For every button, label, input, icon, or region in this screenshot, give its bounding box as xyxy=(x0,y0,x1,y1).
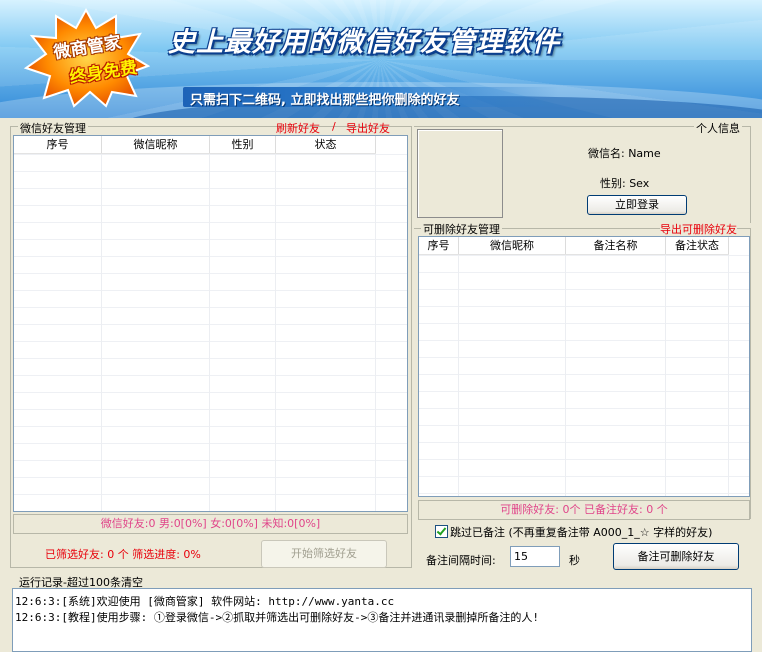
profile-title: 个人信息 xyxy=(694,120,742,136)
deletable-stats: 可删除好友: 0个 已备注好友: 0 个 xyxy=(418,500,750,520)
interval-label: 备注间隔时间: xyxy=(426,554,496,567)
export-deletable-link[interactable]: 导出可删除好友 xyxy=(660,221,737,237)
log-area[interactable]: 12:6:3:[系统]欢迎使用 [微商管家] 软件网站: http://www.… xyxy=(12,588,752,652)
avatar xyxy=(417,129,503,218)
skip-remarked-label[interactable]: 跳过已备注 (不再重复备注带 A000_1_☆ 字样的好友) xyxy=(450,524,712,540)
log-line: 12:6:3:[系统]欢迎使用 [微商管家] 软件网站: http://www.… xyxy=(15,595,395,608)
grid-line xyxy=(665,255,666,496)
column-header[interactable]: 备注状态 xyxy=(666,237,729,254)
column-header[interactable]: 备注名称 xyxy=(566,237,666,254)
log-line: 12:6:3:[教程]使用步骤: ①登录微信->②抓取并筛选出可删除好友->③备… xyxy=(15,611,539,624)
login-button[interactable]: 立即登录 xyxy=(587,195,687,215)
column-header[interactable]: 序号 xyxy=(14,136,102,153)
banner-slogan: 史上最好用的微信好友管理软件 xyxy=(168,27,560,58)
link-separator: / xyxy=(332,120,336,133)
banner: 微商管家 终身免费 史上最好用的微信好友管理软件 只需扫下二维码, 立即找出那些… xyxy=(0,0,762,118)
grid-line xyxy=(728,255,729,496)
remark-deletable-button[interactable]: 备注可删除好友 xyxy=(613,543,739,570)
friends-panel-title: 微信好友管理 xyxy=(18,120,88,136)
column-header[interactable]: 状态 xyxy=(276,136,376,153)
column-header[interactable]: 微信昵称 xyxy=(102,136,210,153)
export-friends-link[interactable]: 导出好友 xyxy=(346,120,390,136)
banner-subline: 只需扫下二维码, 立即找出那些把你删除的好友 xyxy=(190,93,460,108)
column-header[interactable]: 微信昵称 xyxy=(459,237,566,254)
column-header[interactable]: 性别 xyxy=(210,136,276,153)
wechat-name: 微信名: Name xyxy=(588,147,661,160)
grid-line xyxy=(565,255,566,496)
friends-list-header: 序号 微信昵称 性别 状态 xyxy=(14,136,376,154)
start-filter-button[interactable]: 开始筛选好友 xyxy=(261,540,387,568)
grid-line xyxy=(101,154,102,511)
grid-line xyxy=(458,255,459,496)
filtered-progress-label: 已筛选好友: 0 个 筛选进度: 0% xyxy=(45,548,201,561)
gender: 性别: Sex xyxy=(600,177,650,190)
interval-unit: 秒 xyxy=(569,554,580,567)
deletable-list-header: 序号 微信昵称 备注名称 备注状态 xyxy=(419,237,729,255)
friends-stats: 微信好友:0 男:0[0%] 女:0[0%] 未知:0[0%] xyxy=(13,514,408,534)
friends-list[interactable]: 序号 微信昵称 性别 状态 xyxy=(13,135,408,512)
interval-input[interactable] xyxy=(510,546,560,567)
friends-list-body xyxy=(14,154,407,511)
grid-line xyxy=(209,154,210,511)
deletable-list-body xyxy=(419,255,749,496)
deletable-panel-title: 可删除好友管理 xyxy=(421,221,502,237)
column-header[interactable]: 序号 xyxy=(419,237,459,254)
grid-line xyxy=(375,154,376,511)
skip-remarked-checkbox[interactable] xyxy=(435,525,448,538)
grid-line xyxy=(275,154,276,511)
refresh-friends-link[interactable]: 刷新好友 xyxy=(276,120,320,136)
deletable-list[interactable]: 序号 微信昵称 备注名称 备注状态 xyxy=(418,236,750,497)
